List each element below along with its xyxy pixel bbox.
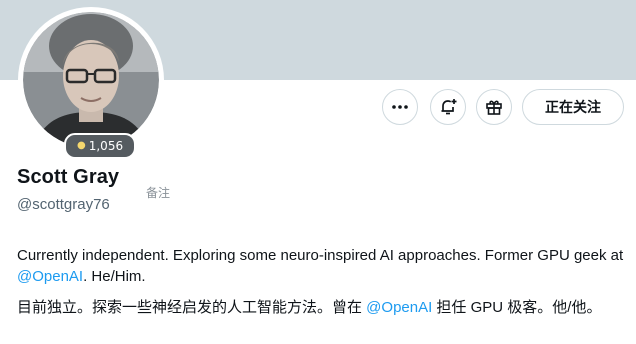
- subscribe-button[interactable]: [476, 89, 512, 125]
- following-button[interactable]: 正在关注: [522, 89, 624, 125]
- more-horizontal-icon: [392, 105, 408, 109]
- mention-link[interactable]: @OpenAI: [17, 268, 83, 285]
- avatar[interactable]: [18, 7, 164, 153]
- notify-button[interactable]: [430, 89, 466, 125]
- gift-icon: [486, 100, 502, 115]
- bio-text: Currently independent. Exploring some ne…: [17, 247, 624, 264]
- mention-link[interactable]: @OpenAI: [366, 299, 432, 316]
- bio-text: 担任 GPU 极客。他/他。: [432, 299, 602, 316]
- follower-badge[interactable]: ● 1,056: [64, 133, 137, 159]
- bio-text: . He/Him.: [83, 268, 146, 285]
- more-button[interactable]: [382, 89, 418, 125]
- note-button[interactable]: 备注: [146, 184, 170, 201]
- profile-name: Scott Gray: [17, 166, 120, 188]
- badge-count: 1,056: [88, 139, 124, 153]
- bio-english: Currently independent. Exploring some ne…: [17, 245, 627, 287]
- bio-text: 目前独立。探索一些神经启发的人工智能方法。曾在: [17, 299, 367, 316]
- avatar-photo: [23, 12, 159, 148]
- sparkle-icon: ●: [77, 140, 86, 151]
- bio-chinese: 目前独立。探索一些神经启发的人工智能方法。曾在 @OpenAI 担任 GPU 极…: [17, 297, 625, 318]
- profile-handle: @scottgray76: [17, 196, 110, 213]
- bell-plus-icon: [441, 99, 457, 115]
